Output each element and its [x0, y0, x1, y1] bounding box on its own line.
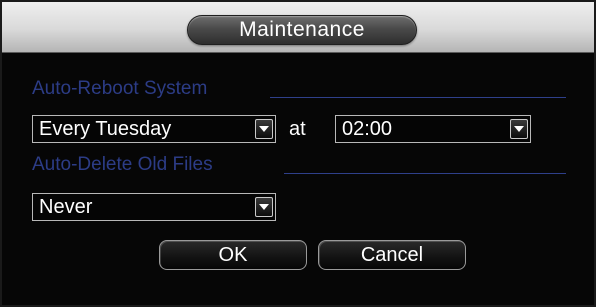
auto-delete-section-label: Auto-Delete Old Files: [32, 154, 213, 175]
reboot-time-value: 02:00: [342, 118, 393, 140]
title-bar[interactable]: Maintenance: [2, 2, 594, 53]
auto-delete-dropdown-button[interactable]: [255, 197, 273, 217]
auto-delete-divider: [284, 173, 566, 174]
reboot-time-dropdown[interactable]: 02:00: [335, 115, 531, 143]
auto-delete-dropdown[interactable]: Never: [32, 193, 276, 221]
ok-button[interactable]: OK: [159, 240, 307, 270]
auto-delete-value: Never: [39, 196, 93, 218]
chevron-down-icon: [259, 204, 269, 210]
reboot-schedule-dropdown[interactable]: Every Tuesday: [32, 115, 276, 143]
chevron-down-icon: [259, 126, 269, 132]
chevron-down-icon: [514, 126, 524, 132]
title-pill: Maintenance: [187, 15, 417, 45]
reboot-time-dropdown-button[interactable]: [510, 119, 528, 139]
auto-reboot-section-label: Auto-Reboot System: [32, 78, 208, 99]
cancel-button[interactable]: Cancel: [318, 240, 466, 270]
at-label: at: [289, 118, 306, 140]
maintenance-dialog: Maintenance Auto-Reboot System Every Tue…: [0, 0, 596, 307]
reboot-schedule-dropdown-button[interactable]: [255, 119, 273, 139]
auto-reboot-divider: [270, 97, 566, 98]
dialog-title: Maintenance: [239, 18, 365, 41]
reboot-schedule-value: Every Tuesday: [39, 118, 172, 140]
